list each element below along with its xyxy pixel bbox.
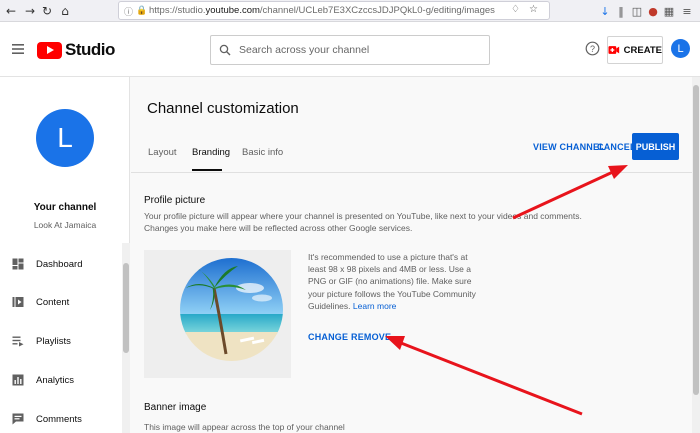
browser-menu-icon[interactable]: ≡ xyxy=(680,4,694,18)
info-icon[interactable]: ⓘ xyxy=(124,5,133,18)
profile-picture-recommendation: It's recommended to use a picture that's… xyxy=(308,251,480,312)
banner-image-heading: Banner image xyxy=(144,402,207,413)
tabs-divider xyxy=(131,172,692,173)
sidebar-item-label: Content xyxy=(36,296,70,308)
sidebar-item-label: Comments xyxy=(36,413,82,425)
sidebar-item-comments[interactable]: Comments xyxy=(0,407,122,431)
dashboard-icon xyxy=(12,258,24,270)
sidebar: L Your channel Look At Jamaica Dashboard… xyxy=(0,77,130,433)
banner-image-description: This image will appear across the top of… xyxy=(144,422,345,432)
studio-header: Studio ? CREATE L xyxy=(0,22,700,77)
page-title: Channel customization xyxy=(147,100,299,117)
url-prefix: https://studio. xyxy=(149,5,206,16)
sidebar-item-analytics[interactable]: Analytics xyxy=(0,368,122,392)
address-bar[interactable]: ⓘ 🔒 https://studio.youtube.com/channel/U… xyxy=(118,1,550,20)
pocket-icon[interactable]: ♢ xyxy=(511,4,520,15)
profile-picture-heading: Profile picture xyxy=(144,195,206,206)
sidebar-item-label: Dashboard xyxy=(36,258,83,270)
svg-text:?: ? xyxy=(590,44,595,54)
help-icon[interactable]: ? xyxy=(585,41,600,56)
studio-logo[interactable]: Studio xyxy=(37,39,115,61)
tab-branding[interactable]: Branding xyxy=(192,147,230,158)
playlists-icon xyxy=(12,336,24,347)
analytics-icon xyxy=(12,374,24,386)
url-domain: youtube.com xyxy=(205,5,260,16)
tab-basic-info[interactable]: Basic info xyxy=(242,147,283,158)
account-avatar[interactable]: L xyxy=(671,39,690,58)
remove-picture-button[interactable]: REMOVE xyxy=(351,332,391,342)
home-icon[interactable]: ⌂ xyxy=(56,2,74,20)
sidebar-item-playlists[interactable]: Playlists xyxy=(0,329,122,353)
sidebar-icon[interactable]: ◫ xyxy=(630,4,644,18)
cancel-button[interactable]: CANCEL xyxy=(597,142,636,152)
video-camera-icon xyxy=(608,46,620,54)
back-icon[interactable]: ← xyxy=(2,2,20,20)
forward-icon[interactable]: → xyxy=(21,2,39,20)
view-channel-button[interactable]: VIEW CHANNEL xyxy=(533,142,605,152)
create-label: CREATE xyxy=(623,44,662,56)
url-path: /channel/UCLeb7E3XCzccsJDJPQkL0-g/editin… xyxy=(259,5,495,16)
active-tab-indicator xyxy=(192,169,222,171)
main-scroll-thumb[interactable] xyxy=(693,85,699,395)
main-scrollbar[interactable] xyxy=(692,77,700,433)
library-icon[interactable]: ‖ xyxy=(614,4,628,18)
youtube-play-icon xyxy=(37,41,62,59)
profile-picture-image xyxy=(180,258,283,361)
change-picture-button[interactable]: CHANGE xyxy=(308,332,348,342)
publish-button[interactable]: PUBLISH xyxy=(632,133,679,160)
sidebar-scroll-thumb[interactable] xyxy=(123,263,129,353)
sidebar-scrollbar[interactable] xyxy=(122,243,130,433)
channel-avatar[interactable]: L xyxy=(36,109,94,167)
search-input[interactable] xyxy=(239,42,479,58)
sidebar-item-label: Analytics xyxy=(36,374,75,386)
hamburger-menu-icon[interactable] xyxy=(11,42,25,56)
bookmark-star-icon[interactable]: ☆ xyxy=(529,4,538,15)
browser-toolbar: ← → ↻ ⌂ ⓘ 🔒 https://studio.youtube.com/c… xyxy=(0,0,700,22)
create-button[interactable]: CREATE xyxy=(607,36,663,64)
profile-picture-description: Your profile picture will appear where y… xyxy=(144,211,582,233)
download-icon[interactable]: ↓ xyxy=(598,4,612,18)
url-text: https://studio.youtube.com/channel/UCLeb… xyxy=(149,5,495,16)
reload-icon[interactable]: ↻ xyxy=(38,2,56,20)
search-icon[interactable] xyxy=(219,44,231,56)
comments-icon xyxy=(12,413,24,425)
learn-more-link[interactable]: Learn more xyxy=(353,301,396,311)
sidebar-item-label: Playlists xyxy=(36,335,71,347)
tab-layout[interactable]: Layout xyxy=(148,147,177,158)
sidebar-item-dashboard[interactable]: Dashboard xyxy=(0,252,122,276)
content-icon xyxy=(12,297,24,307)
extension-icon-2[interactable]: ▦ xyxy=(662,4,676,18)
search-box[interactable] xyxy=(210,35,490,65)
your-channel-label: Your channel xyxy=(33,202,97,213)
extension-icon[interactable]: ● xyxy=(646,4,660,18)
sidebar-item-content[interactable]: Content xyxy=(0,290,122,314)
logo-text: Studio xyxy=(65,40,115,59)
lock-icon: 🔒 xyxy=(136,5,148,15)
channel-name: Look At Jamaica xyxy=(33,220,97,230)
